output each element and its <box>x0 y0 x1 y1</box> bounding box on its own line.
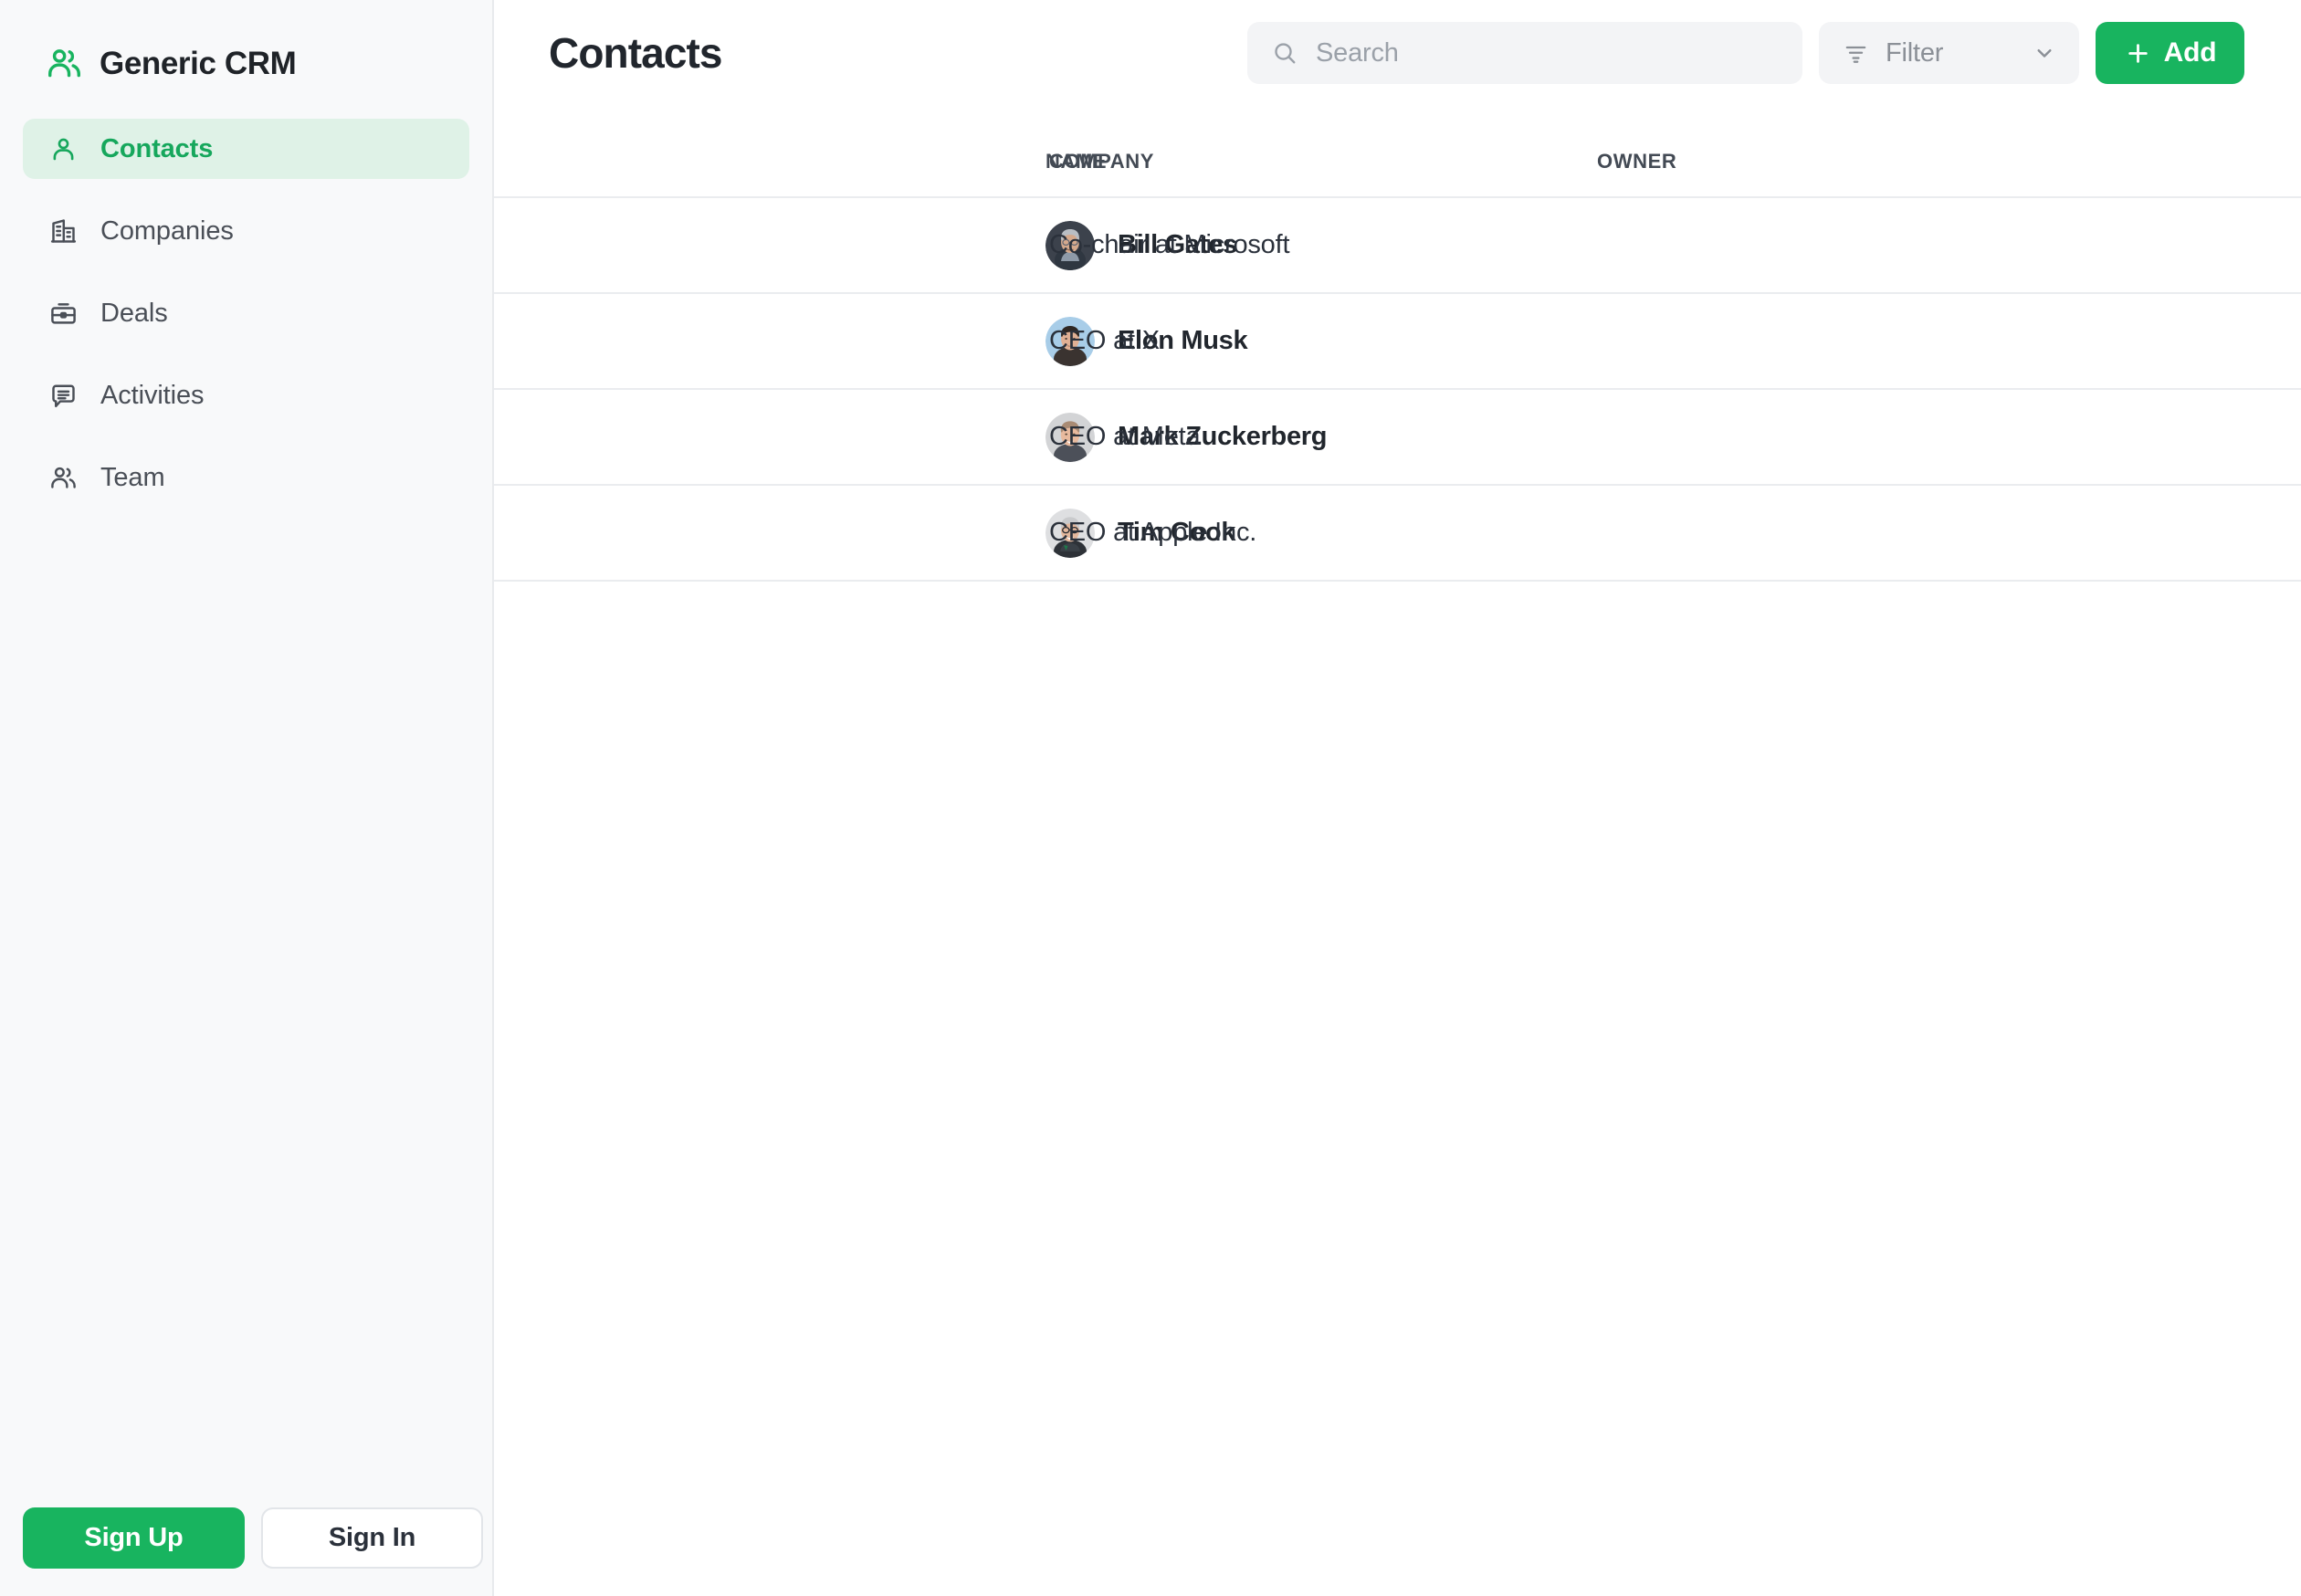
sidebar: Generic CRM Contacts Companies Deals Act… <box>0 0 494 1596</box>
search-input[interactable] <box>1316 37 1779 68</box>
cell-company: Co-chair at Microsoft <box>1049 197 1597 294</box>
cell-company: CEO at Apple Inc. <box>1049 485 1597 582</box>
building-icon <box>48 216 79 247</box>
message-icon <box>48 381 79 411</box>
auth-buttons: Sign Up Sign In <box>23 1507 483 1569</box>
sign-in-button[interactable]: Sign In <box>261 1507 483 1569</box>
cell-owner <box>1597 389 2301 486</box>
cell-name: Bill Gates <box>494 197 1237 294</box>
table-body: Bill Gates Co-chair at Microsoft Elon Mu… <box>494 197 2301 582</box>
filter-label: Filter <box>1886 37 1944 68</box>
contacts-table-container: NAME COMPANY OWNER Bill Gates Co-chair a… <box>494 106 2301 582</box>
sidebar-item-label: Team <box>100 462 165 492</box>
column-header-company[interactable]: COMPANY <box>1049 150 1597 198</box>
cell-owner <box>1597 293 2301 390</box>
briefcase-icon <box>48 299 79 329</box>
users-icon <box>48 463 79 493</box>
sidebar-item-contacts[interactable]: Contacts <box>23 119 469 179</box>
cell-owner <box>1597 197 2301 294</box>
plus-icon <box>2124 39 2152 68</box>
cell-name: Tim Cook <box>494 485 1236 582</box>
search-field[interactable] <box>1247 22 1802 84</box>
app-root: Generic CRM Contacts Companies Deals Act… <box>0 0 2301 1596</box>
sidebar-nav: Contacts Companies Deals Activities Team <box>0 119 492 530</box>
sidebar-item-activities[interactable]: Activities <box>23 365 469 425</box>
table-row[interactable]: Elon Musk CEO at X <box>494 293 2301 390</box>
sign-up-button[interactable]: Sign Up <box>23 1507 245 1569</box>
table-header-row: NAME COMPANY OWNER <box>494 150 2301 198</box>
table-row[interactable]: Bill Gates Co-chair at Microsoft <box>494 197 2301 294</box>
cell-name: Elon Musk <box>494 293 1248 390</box>
page-title: Contacts <box>549 29 723 77</box>
column-header-name[interactable]: NAME <box>494 150 1107 198</box>
table-row[interactable]: Tim Cook CEO at Apple Inc. <box>494 485 2301 582</box>
sidebar-item-companies[interactable]: Companies <box>23 201 469 261</box>
column-header-owner[interactable]: OWNER <box>1597 150 2301 198</box>
add-label: Add <box>2163 37 2217 68</box>
sidebar-item-label: Deals <box>100 298 168 328</box>
brand: Generic CRM <box>0 0 492 88</box>
sidebar-item-label: Contacts <box>100 133 214 163</box>
cell-name: Mark Zuckerberg <box>494 389 1328 486</box>
users-icon <box>45 44 84 83</box>
brand-name: Generic CRM <box>100 45 297 81</box>
sidebar-item-label: Companies <box>100 215 234 246</box>
cell-owner <box>1597 485 2301 582</box>
filter-button[interactable]: Filter <box>1819 22 2079 84</box>
contacts-table: NAME COMPANY OWNER Bill Gates Co-chair a… <box>494 150 2301 582</box>
main-content: Contacts Search Filter Add NAME COMPANY … <box>494 0 2301 1596</box>
sidebar-item-deals[interactable]: Deals <box>23 283 469 343</box>
filter-icon <box>1843 40 1869 67</box>
search-icon <box>1271 39 1298 67</box>
chevron-down-icon <box>2032 40 2057 66</box>
table-header: NAME COMPANY OWNER <box>494 150 2301 198</box>
cell-company: CEO at X <box>1049 293 1597 390</box>
sidebar-item-team[interactable]: Team <box>23 447 469 508</box>
add-button[interactable]: Add <box>2096 22 2244 84</box>
toolbar: Contacts Search Filter Add <box>494 0 2301 106</box>
person-icon <box>48 134 79 164</box>
sidebar-item-label: Activities <box>100 380 205 410</box>
table-row[interactable]: Mark Zuckerberg CEO at Meta <box>494 389 2301 486</box>
